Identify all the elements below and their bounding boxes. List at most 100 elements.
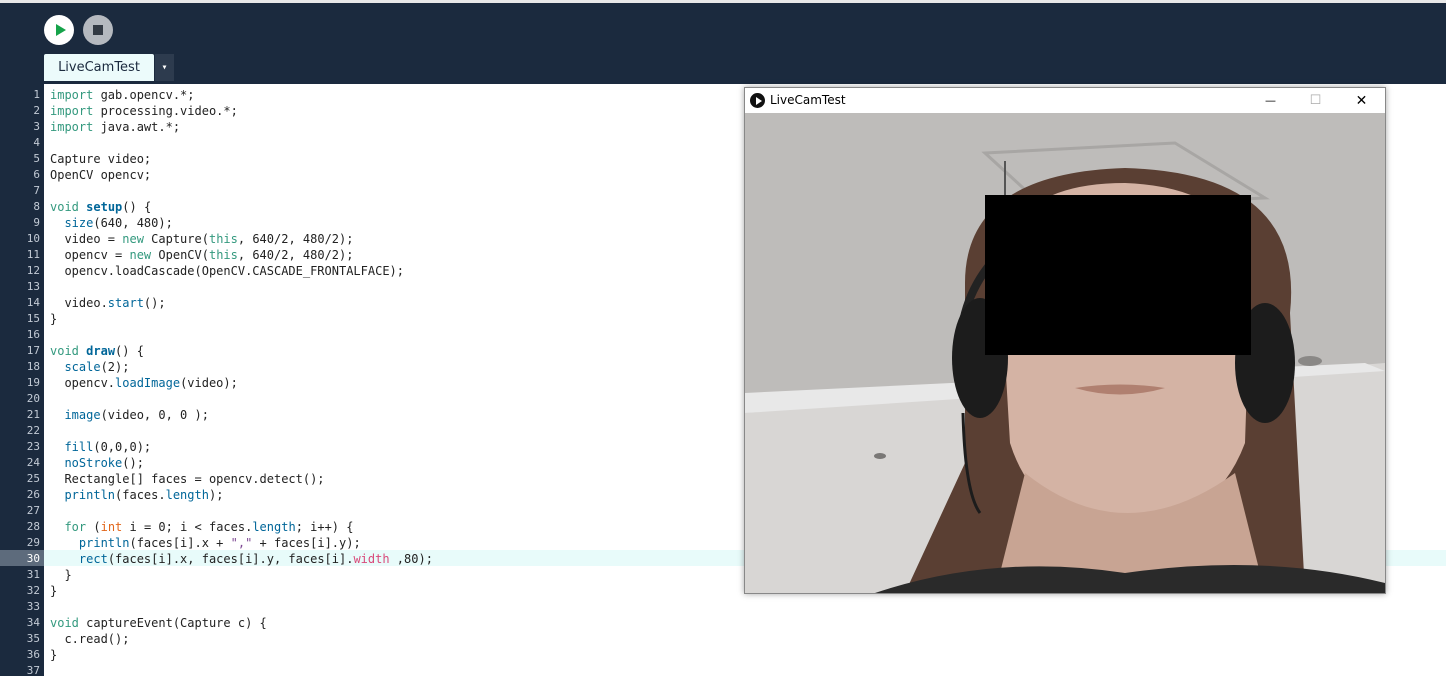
code-token: setup — [86, 200, 123, 214]
code-token: image — [64, 408, 101, 422]
code-token: length — [165, 488, 209, 502]
code-token: int — [100, 520, 123, 534]
code-token: java.awt.*; — [93, 120, 181, 134]
code-token: (faces. — [115, 488, 166, 502]
code-token: scale — [64, 360, 101, 374]
code-token: (); — [122, 456, 144, 470]
code-token: Rectangle[] faces = opencv.detect(); — [50, 472, 325, 486]
line-number: 22 — [26, 424, 40, 437]
chevron-down-icon: ▾ — [161, 62, 168, 73]
line-number: 26 — [26, 488, 40, 501]
code-line: } — [50, 647, 57, 663]
line-number: 10 — [26, 232, 40, 245]
line-number: 7 — [33, 184, 40, 197]
line-number: 29 — [26, 536, 40, 549]
code-token: "," — [230, 536, 253, 550]
code-token: i = 0; i < faces. — [122, 520, 253, 534]
code-token: fill — [64, 440, 94, 454]
code-token: captureEvent(Capture c) { — [78, 616, 267, 630]
code-line: void setup() { — [50, 199, 151, 215]
code-token: (faces[i].x + — [129, 536, 231, 550]
code-line: image(video, 0, 0 ); — [50, 407, 209, 423]
code-token: void — [50, 200, 79, 214]
code-line: noStroke(); — [50, 455, 144, 471]
code-token: width — [353, 552, 390, 566]
stop-button[interactable] — [83, 15, 113, 45]
code-line: } — [50, 567, 71, 583]
code-token: loadImage — [115, 376, 181, 390]
code-token: (video); — [180, 376, 238, 390]
line-number: 8 — [33, 200, 40, 213]
sketch-window-title: LiveCamTest — [770, 93, 846, 107]
sketch-window[interactable]: LiveCamTest — ☐ ✕ — [744, 87, 1386, 594]
code-token: ); — [208, 488, 224, 502]
line-number: 35 — [26, 632, 40, 645]
line-number: 18 — [26, 360, 40, 373]
line-number: 13 — [26, 280, 40, 293]
code-token: (video, 0, 0 ); — [100, 408, 209, 422]
line-number: 27 — [26, 504, 40, 517]
code-line: fill(0,0,0); — [50, 439, 151, 455]
code-line: import java.awt.*; — [50, 119, 180, 135]
sketch-titlebar[interactable]: LiveCamTest — ☐ ✕ — [745, 88, 1385, 113]
code-line: void captureEvent(Capture c) { — [50, 615, 267, 631]
code-line: OpenCV opencv; — [50, 167, 151, 183]
tab-livecamtest[interactable]: LiveCamTest — [44, 54, 154, 81]
code-token: (); — [143, 296, 166, 310]
line-number: 24 — [26, 456, 40, 469]
code-token: video = — [50, 232, 123, 246]
line-number: 15 — [26, 312, 40, 325]
toolbar — [0, 3, 1446, 84]
code-token: + faces[i].y); — [252, 536, 361, 550]
line-number: 20 — [26, 392, 40, 405]
code-line: rect(faces[i].x, faces[i].y, faces[i].wi… — [50, 551, 433, 567]
line-number: 34 — [26, 616, 40, 629]
code-token: Capture( — [143, 232, 209, 246]
line-number: 12 — [26, 264, 40, 277]
code-line: c.read(); — [50, 631, 129, 647]
code-line: println(faces.length); — [50, 487, 223, 503]
webcam-video-feed — [745, 113, 1385, 593]
line-number: 2 — [33, 104, 40, 117]
maximize-icon: ☐ — [1309, 93, 1322, 108]
code-token: OpenCV opencv; — [50, 168, 152, 182]
run-button[interactable] — [44, 15, 74, 45]
code-line: } — [50, 583, 57, 599]
close-button[interactable]: ✕ — [1339, 88, 1384, 113]
line-number: 21 — [26, 408, 40, 421]
play-icon — [55, 24, 66, 36]
code-token: length — [252, 520, 296, 534]
minimize-button[interactable]: — — [1248, 88, 1293, 113]
code-token: opencv.loadCascade(OpenCV.CASCADE_FRONTA… — [50, 264, 405, 278]
code-token: import — [50, 120, 94, 134]
line-number: 17 — [26, 344, 40, 357]
line-number: 28 — [26, 520, 40, 533]
line-number: 5 — [33, 152, 40, 165]
code-token: ( — [86, 520, 101, 534]
code-token: rect — [78, 552, 108, 566]
line-number: 30 — [26, 552, 40, 565]
code-token: void — [50, 616, 79, 630]
code-token: () { — [115, 344, 144, 358]
code-line: Rectangle[] faces = opencv.detect(); — [50, 471, 325, 487]
code-token: println — [64, 488, 116, 502]
line-number: 36 — [26, 648, 40, 661]
maximize-button[interactable]: ☐ — [1293, 88, 1338, 113]
code-line: video.start(); — [50, 295, 166, 311]
code-token: ,80); — [389, 552, 433, 566]
line-number: 33 — [26, 600, 40, 613]
tab-label: LiveCamTest — [58, 60, 140, 75]
tab-menu-button[interactable]: ▾ — [155, 54, 174, 81]
code-line: scale(2); — [50, 359, 129, 375]
code-token: println — [78, 536, 130, 550]
code-line: import processing.video.*; — [50, 103, 238, 119]
line-number: 19 — [26, 376, 40, 389]
code-token: (640, 480); — [93, 216, 173, 230]
line-number: 23 — [26, 440, 40, 453]
code-token: (faces[i].x, faces[i].y, faces[i]. — [107, 552, 354, 566]
